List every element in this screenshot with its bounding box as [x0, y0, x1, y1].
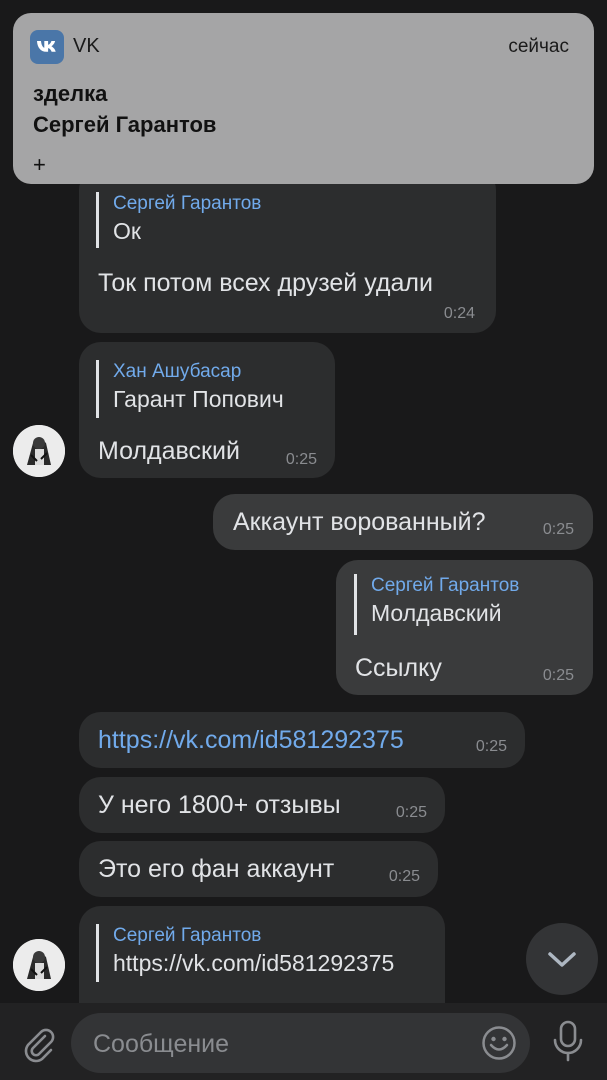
message-bubble[interactable]: Хан Ашубасар Гарант Попович Молдавский 0…: [79, 342, 335, 478]
notification-app-name: VK: [73, 35, 100, 57]
notification-time: сейчас: [508, 36, 569, 57]
reply-text: Гарант Попович: [113, 386, 284, 412]
message-bubble[interactable]: Сергей Гарантов Ок Ток потом всех друзей…: [79, 168, 496, 333]
message-time: 0:25: [395, 804, 427, 821]
notification-title: зделка: [33, 81, 108, 106]
message-text: У него 1800+ отзывы: [98, 791, 341, 819]
message-text: Ссылку: [355, 654, 442, 682]
message-time: 0:25: [542, 521, 574, 538]
reply-quote[interactable]: Хан Ашубасар Гарант Попович: [96, 360, 284, 418]
message-time: 0:24: [443, 305, 475, 322]
message-text: Это его фан аккаунт: [98, 855, 335, 883]
message-text: Молдавский: [98, 437, 240, 465]
microphone-icon[interactable]: [548, 1019, 588, 1063]
message-input-container[interactable]: [71, 1013, 530, 1075]
message-bubble[interactable]: https://vk.com/id581292375 0:25: [79, 712, 525, 768]
reply-quote[interactable]: Сергей Гарантов Молдавский: [354, 574, 519, 635]
reply-quote[interactable]: Сергей Гарантов https://vk.com/id5812923…: [96, 924, 394, 982]
reply-author: Сергей Гарантов: [113, 925, 262, 946]
message-link[interactable]: https://vk.com/id581292375: [98, 724, 404, 756]
vk-logo-icon: [30, 30, 64, 64]
message-bubble-outgoing[interactable]: Сергей Гарантов Молдавский Ссылку 0:25: [336, 560, 593, 695]
emoji-icon[interactable]: [481, 1025, 517, 1061]
reply-author: Сергей Гарантов: [371, 575, 520, 596]
message-bubble[interactable]: Это его фан аккаунт 0:25: [79, 841, 438, 897]
message-time: 0:25: [542, 667, 574, 684]
reply-text: https://vk.com/id581292375: [113, 950, 395, 976]
notification-sender: Сергей Гарантов: [33, 112, 217, 137]
avatar[interactable]: [13, 425, 65, 477]
message-bubble-outgoing[interactable]: Аккаунт ворованный? 0:25: [213, 494, 593, 550]
message-input-bar: [0, 1003, 607, 1080]
reply-quote[interactable]: Сергей Гарантов Ок: [96, 192, 261, 248]
reply-author: Хан Ашубасар: [113, 361, 242, 382]
message-text: Ток потом всех друзей удали: [98, 269, 433, 297]
chevron-down-icon: [548, 952, 576, 967]
scroll-down-button[interactable]: [526, 923, 598, 995]
message-time: 0:25: [388, 868, 420, 885]
reply-text: Ок: [113, 218, 141, 244]
message-time: 0:25: [475, 738, 507, 755]
paperclip-icon[interactable]: [18, 1023, 58, 1063]
message-bubble[interactable]: У него 1800+ отзывы 0:25: [79, 777, 445, 833]
notification-body: +: [33, 152, 46, 177]
message-text: Аккаунт ворованный?: [233, 508, 486, 536]
reply-author: Сергей Гарантов: [113, 193, 262, 214]
push-notification[interactable]: VK сейчас зделка Сергей Гарантов +: [13, 13, 594, 184]
reply-text: Молдавский: [371, 600, 502, 626]
avatar[interactable]: [13, 939, 65, 991]
message-time: 0:25: [285, 451, 317, 468]
message-input[interactable]: [91, 1013, 475, 1075]
